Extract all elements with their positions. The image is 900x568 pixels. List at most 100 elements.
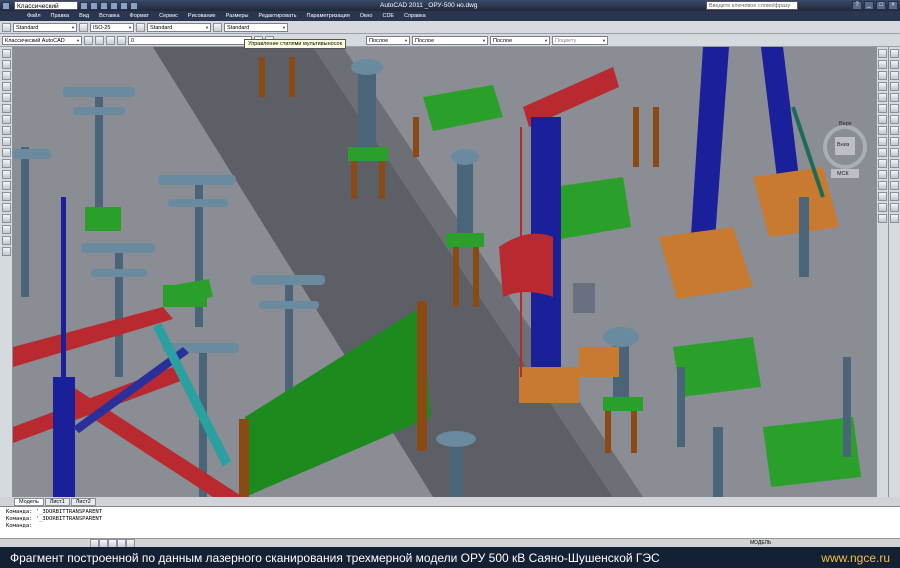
trim-icon[interactable] <box>878 148 887 157</box>
menu-modify[interactable]: Редактировать <box>253 11 301 21</box>
break-icon[interactable] <box>878 170 887 179</box>
arc-icon[interactable] <box>1 104 11 113</box>
redo-icon[interactable] <box>130 1 138 10</box>
workspace-settings-icon[interactable] <box>84 35 93 45</box>
color-combo[interactable]: Послое <box>366 35 410 45</box>
mirror-icon[interactable] <box>878 71 887 80</box>
insert-block-icon[interactable] <box>1 170 11 179</box>
mtext-icon[interactable] <box>1 247 11 256</box>
workspace-selector[interactable]: Классический AutoCAD <box>14 1 78 19</box>
menu-tools[interactable]: Сервис <box>154 11 183 21</box>
layer-combo[interactable]: 0 <box>128 35 252 45</box>
website-label[interactable]: www.ngce.ru <box>821 551 890 565</box>
extend-icon[interactable] <box>878 159 887 168</box>
join-icon[interactable] <box>878 181 887 190</box>
ucs-selector[interactable]: МСК <box>837 171 849 177</box>
command-line[interactable]: Команда: '_3DORBITTRANSPARENT Команда: '… <box>0 506 900 538</box>
spline-icon[interactable] <box>1 137 11 146</box>
menu-insert[interactable]: Вставка <box>94 11 124 21</box>
help-icon[interactable]: ? <box>852 1 862 10</box>
sun-icon[interactable] <box>117 35 126 45</box>
snap-insert-icon[interactable] <box>890 137 899 146</box>
osnap-settings-icon[interactable] <box>890 181 899 190</box>
construction-line-icon[interactable] <box>1 60 11 69</box>
polygon-icon[interactable] <box>1 82 11 91</box>
table-style-combo[interactable]: Standard <box>147 22 211 32</box>
snap-perpendicular-icon[interactable] <box>890 115 899 124</box>
command-prompt[interactable]: Команда: <box>6 523 894 530</box>
save-icon[interactable] <box>100 1 108 10</box>
snap-parallel-icon[interactable] <box>890 126 899 135</box>
new-file-icon[interactable] <box>80 1 88 10</box>
dim-style-combo[interactable]: ISO-25 <box>90 22 134 32</box>
snap-nearest-icon[interactable] <box>890 159 899 168</box>
print-icon[interactable] <box>110 1 118 10</box>
revision-cloud-icon[interactable] <box>1 126 11 135</box>
array-icon[interactable] <box>878 93 887 102</box>
open-file-icon[interactable] <box>90 1 98 10</box>
snap-extension-icon[interactable] <box>890 214 899 223</box>
explode-icon[interactable] <box>878 214 887 223</box>
search-input[interactable]: Введите ключевое слово/фразу <box>706 1 798 10</box>
hatch-icon[interactable] <box>1 203 11 212</box>
model-space-label[interactable]: МОДЕЛЬ <box>750 540 771 546</box>
menu-view[interactable]: Вид <box>74 11 94 21</box>
snap-from-icon[interactable] <box>890 203 899 212</box>
linetype-combo[interactable]: Послое <box>412 35 488 45</box>
stretch-icon[interactable] <box>878 137 887 146</box>
snap-endpoint-icon[interactable] <box>890 49 899 58</box>
view-cube-face-label[interactable]: Вниз <box>837 142 849 148</box>
fillet-icon[interactable] <box>878 203 887 212</box>
chamfer-icon[interactable] <box>878 192 887 201</box>
move-icon[interactable] <box>878 104 887 113</box>
plotstyle-combo[interactable]: Поцвету <box>552 35 608 45</box>
minimize-icon[interactable]: _ <box>864 1 874 10</box>
menu-window[interactable]: Окно <box>355 11 378 21</box>
circle-icon[interactable] <box>1 115 11 124</box>
layer-properties-icon[interactable] <box>95 35 104 45</box>
make-block-icon[interactable] <box>1 181 11 190</box>
mleader-style-icon[interactable] <box>213 22 222 32</box>
snap-quadrant-icon[interactable] <box>890 93 899 102</box>
region-icon[interactable] <box>1 225 11 234</box>
app-menu-icon[interactable] <box>2 1 10 10</box>
close-icon[interactable]: × <box>888 1 898 10</box>
copy-icon[interactable] <box>878 60 887 69</box>
menu-file[interactable]: Файл <box>22 11 46 21</box>
erase-icon[interactable] <box>878 49 887 58</box>
mleader-style-combo[interactable]: Standard <box>224 22 288 32</box>
menu-format[interactable]: Формат <box>125 11 155 21</box>
polyline-icon[interactable] <box>1 71 11 80</box>
menu-edit[interactable]: Правка <box>46 11 75 21</box>
view-cube[interactable]: Верх Вниз МСК <box>821 117 869 181</box>
snap-center-icon[interactable] <box>890 82 899 91</box>
menu-dimension[interactable]: Размеры <box>221 11 254 21</box>
menu-cde[interactable]: CDE <box>377 11 399 21</box>
table-style-icon[interactable] <box>136 22 145 32</box>
rectangle-icon[interactable] <box>1 93 11 102</box>
text-style-combo[interactable]: Standard <box>13 22 77 32</box>
rotate-icon[interactable] <box>878 115 887 124</box>
snap-node-icon[interactable] <box>890 148 899 157</box>
dim-style-icon[interactable] <box>79 22 88 32</box>
tab-model[interactable]: Модель <box>14 497 44 506</box>
gradient-icon[interactable] <box>1 214 11 223</box>
workspace-combo[interactable]: Классический AutoCAD <box>2 35 82 45</box>
line-icon[interactable] <box>1 49 11 58</box>
view-cube-top-label[interactable]: Верх <box>839 121 851 127</box>
snap-midpoint-icon[interactable] <box>890 60 899 69</box>
snap-intersection-icon[interactable] <box>890 71 899 80</box>
menu-draw[interactable]: Рисование <box>183 11 221 21</box>
maximize-icon[interactable]: □ <box>876 1 886 10</box>
snap-tangent-icon[interactable] <box>890 104 899 113</box>
model-viewport[interactable]: Верх Вниз МСК <box>13 47 876 497</box>
lineweight-combo[interactable]: Послое <box>490 35 550 45</box>
lightbulb-icon[interactable] <box>106 35 115 45</box>
undo-icon[interactable] <box>120 1 128 10</box>
temp-track-icon[interactable] <box>890 192 899 201</box>
tab-sheet1[interactable]: Лист1 <box>44 497 70 506</box>
table-icon[interactable] <box>1 236 11 245</box>
ellipse-icon[interactable] <box>1 148 11 157</box>
scale-icon[interactable] <box>878 126 887 135</box>
menu-parametric[interactable]: Параметризация <box>301 11 354 21</box>
